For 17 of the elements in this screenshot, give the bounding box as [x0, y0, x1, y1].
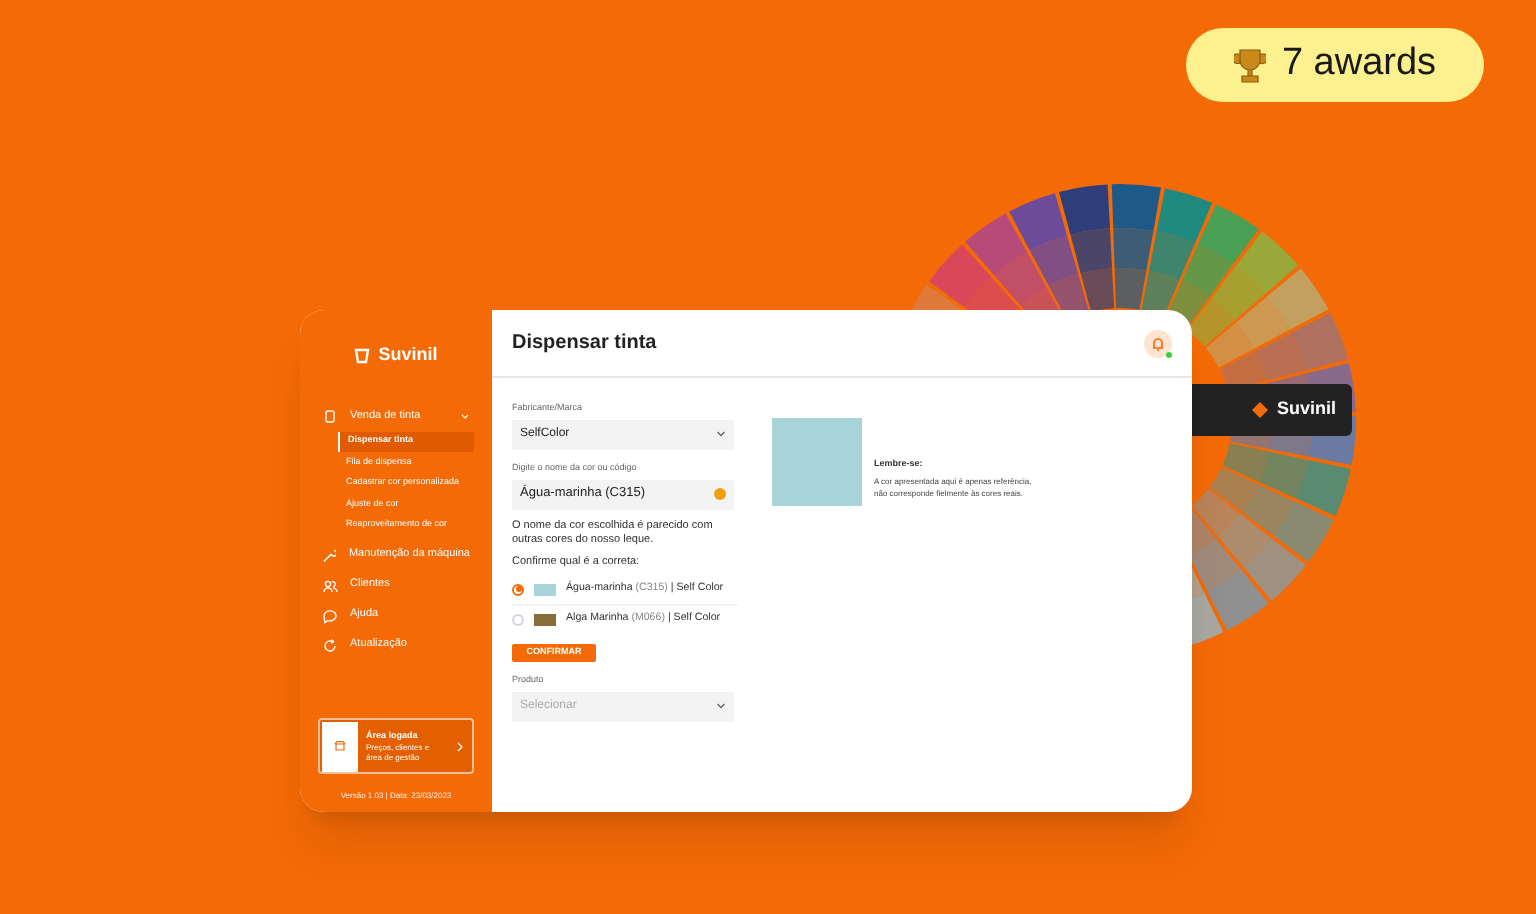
- refresh-icon: [322, 637, 338, 653]
- notification-button[interactable]: [1144, 329, 1172, 357]
- badge-label: 7 awards: [1281, 40, 1437, 89]
- logo-icon: [354, 347, 371, 364]
- page-title: Dispensar tinta: [512, 330, 657, 358]
- chevron-down-icon: [716, 702, 726, 710]
- logo-text: Suvinil: [378, 342, 438, 368]
- shop-icon: [334, 740, 346, 752]
- brand-name: Suvinil: [1276, 396, 1336, 423]
- trophy-icon: [1233, 47, 1266, 83]
- bell-icon: [1150, 335, 1166, 351]
- chat-icon: [322, 607, 338, 623]
- chevron-right-icon: [456, 741, 464, 751]
- people-icon: [322, 577, 338, 593]
- chevron-down-icon: [716, 430, 726, 439]
- radio-button[interactable]: [512, 614, 524, 627]
- radio-button[interactable]: [512, 583, 524, 596]
